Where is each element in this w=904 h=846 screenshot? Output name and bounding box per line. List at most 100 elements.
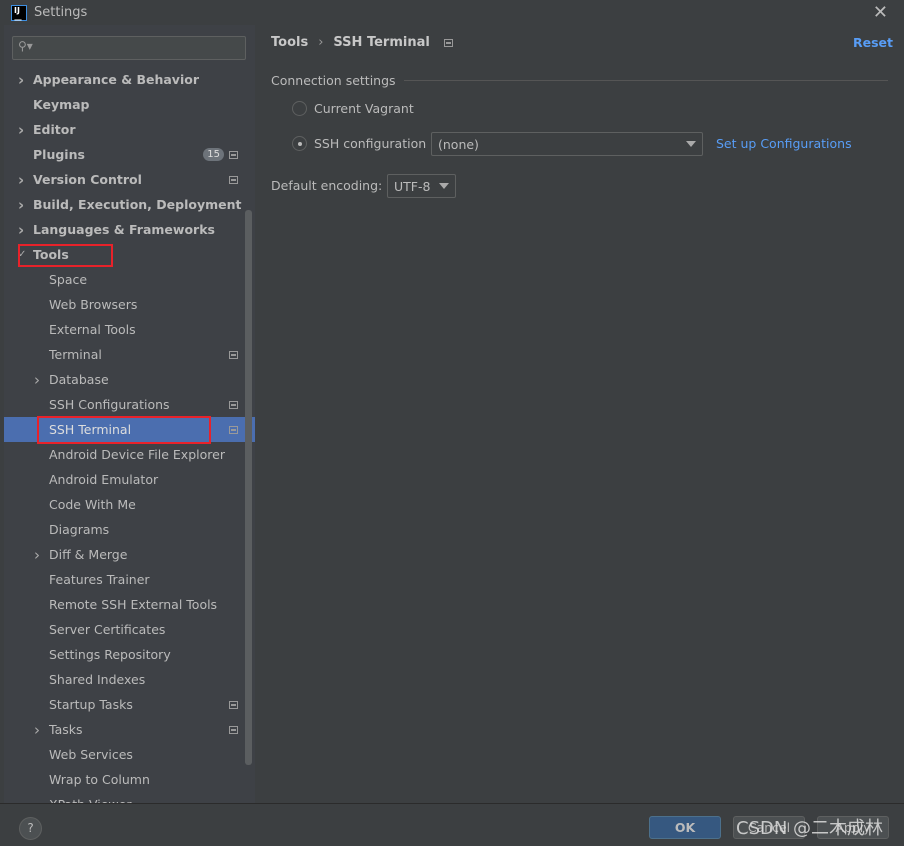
radio-circle[interactable] xyxy=(292,101,307,116)
sidebar-item-label: Database xyxy=(49,372,109,387)
update-count-badge: 15 xyxy=(203,148,224,161)
sidebar-item-label: Settings Repository xyxy=(49,647,171,662)
highlight-box-ssh-terminal xyxy=(37,416,211,444)
help-button[interactable]: ? xyxy=(19,817,42,840)
sidebar-item-label: Server Certificates xyxy=(49,622,166,637)
highlight-box-tools xyxy=(18,244,113,267)
sidebar-item[interactable]: › Languages & Frameworks xyxy=(4,217,255,242)
settings-content: Tools › SSH Terminal Reset Connection se… xyxy=(255,25,904,803)
set-up-configurations-link[interactable]: Set up Configurations xyxy=(716,136,852,151)
sidebar-item[interactable]: › Version Control xyxy=(4,167,255,192)
sidebar-item-label: Android Emulator xyxy=(49,472,159,487)
encoding-dropdown[interactable]: UTF-8 xyxy=(387,174,456,198)
sidebar-item[interactable]: Settings Repository xyxy=(4,642,255,667)
dropdown-value: UTF-8 xyxy=(394,178,431,194)
close-icon[interactable]: ✕ xyxy=(873,2,888,23)
sidebar-item-label: Wrap to Column xyxy=(49,772,150,787)
sidebar-item-label: External Tools xyxy=(49,322,136,337)
radio-label: Current Vagrant xyxy=(314,101,414,116)
sidebar-item[interactable]: Remote SSH External Tools xyxy=(4,592,255,617)
sidebar-item-label: Build, Execution, Deployment xyxy=(33,197,242,212)
sidebar-item[interactable]: Web Browsers xyxy=(4,292,255,317)
radio-current-vagrant[interactable]: Current Vagrant xyxy=(292,101,414,116)
sidebar-item-label: SSH Configurations xyxy=(49,397,170,412)
chevron-right-icon[interactable]: › xyxy=(18,171,24,189)
sidebar-item[interactable]: Android Emulator xyxy=(4,467,255,492)
sidebar-item[interactable]: Code With Me xyxy=(4,492,255,517)
sidebar-item[interactable]: › Diff & Merge xyxy=(4,542,255,567)
sidebar-item-label: Remote SSH External Tools xyxy=(49,597,218,612)
chevron-right-icon[interactable]: › xyxy=(18,221,24,239)
sidebar-item-label: Keymap xyxy=(33,97,90,112)
sidebar-item-label: Version Control xyxy=(33,172,142,187)
chevron-right-icon[interactable]: › xyxy=(34,721,40,739)
radio-label: SSH configuration xyxy=(314,136,427,151)
sidebar-item[interactable]: XPath Viewer xyxy=(4,792,255,803)
ok-button[interactable]: OK xyxy=(649,816,721,839)
sidebar-item[interactable]: Android Device File Explorer xyxy=(4,442,255,467)
project-scope-icon xyxy=(229,700,238,709)
radio-circle[interactable] xyxy=(292,136,307,151)
radio-ssh-configuration[interactable]: SSH configuration xyxy=(292,136,426,151)
project-scope-icon xyxy=(229,725,238,734)
project-scope-icon xyxy=(229,350,238,359)
chevron-right-icon[interactable]: › xyxy=(18,121,24,139)
sidebar-item[interactable]: Wrap to Column xyxy=(4,767,255,792)
sidebar-item-label: Terminal xyxy=(49,347,102,362)
breadcrumb-ssh-terminal: SSH Terminal xyxy=(333,35,430,50)
sidebar-item[interactable]: Space xyxy=(4,267,255,292)
sidebar-item[interactable]: › Editor xyxy=(4,117,255,142)
sidebar-item[interactable]: › Build, Execution, Deployment xyxy=(4,192,255,217)
reset-link[interactable]: Reset xyxy=(853,35,893,50)
sidebar-item[interactable]: Startup Tasks xyxy=(4,692,255,717)
breadcrumb: Tools › SSH Terminal xyxy=(271,35,453,50)
sidebar-item-label: Startup Tasks xyxy=(49,697,133,712)
chevron-right-icon[interactable]: › xyxy=(18,71,24,89)
sidebar-item-label: Editor xyxy=(33,122,76,137)
connection-settings-group: Connection settings xyxy=(271,73,888,88)
sidebar-item-label: Tasks xyxy=(49,722,83,737)
sidebar-item[interactable]: External Tools xyxy=(4,317,255,342)
app-logo-icon: IJ — xyxy=(11,4,27,24)
breadcrumb-tools[interactable]: Tools xyxy=(271,35,308,50)
search-icon: ⚲▾ xyxy=(18,39,33,53)
sidebar-item[interactable]: › Appearance & Behavior xyxy=(4,67,255,92)
chevron-right-icon[interactable]: › xyxy=(34,371,40,389)
sidebar-item[interactable]: › Tasks xyxy=(4,717,255,742)
ssh-configuration-dropdown[interactable]: (none) xyxy=(431,132,703,156)
chevron-right-icon[interactable]: › xyxy=(34,546,40,564)
chevron-right-icon[interactable]: › xyxy=(18,196,24,214)
window-title: Settings xyxy=(34,5,88,20)
sidebar-item[interactable]: Server Certificates xyxy=(4,617,255,642)
sidebar-item-label: Code With Me xyxy=(49,497,136,512)
project-scope-icon xyxy=(229,425,238,434)
sidebar-item[interactable]: Features Trainer xyxy=(4,567,255,592)
sidebar-item-label: Languages & Frameworks xyxy=(33,222,215,237)
chevron-down-icon xyxy=(439,183,449,189)
search-input[interactable]: ⚲▾ xyxy=(12,36,246,60)
sidebar-item[interactable]: Diagrams xyxy=(4,517,255,542)
sidebar-item[interactable]: Shared Indexes xyxy=(4,667,255,692)
sidebar-item-label: Shared Indexes xyxy=(49,672,146,687)
sidebar-item[interactable]: SSH Configurations xyxy=(4,392,255,417)
sidebar-scrollbar[interactable] xyxy=(245,210,252,765)
sidebar-item-label: Android Device File Explorer xyxy=(49,447,225,462)
chevron-down-icon xyxy=(686,141,696,147)
dropdown-value: (none) xyxy=(438,136,479,152)
watermark: CSDN @二木成林 xyxy=(736,818,884,839)
sidebar-item[interactable]: › Database xyxy=(4,367,255,392)
dialog-footer: ? OK Cancel Apply CSDN @二木成林 xyxy=(0,803,904,846)
project-scope-icon xyxy=(229,175,238,184)
sidebar-item[interactable]: Web Services xyxy=(4,742,255,767)
divider xyxy=(403,80,888,81)
sidebar-item[interactable]: Plugins 15 xyxy=(4,142,255,167)
group-title: Connection settings xyxy=(271,73,396,88)
sidebar-item-label: Diagrams xyxy=(49,522,110,537)
sidebar-item[interactable]: Terminal xyxy=(4,342,255,367)
sidebar-item-label: Space xyxy=(49,272,88,287)
sidebar-item-label: Plugins xyxy=(33,147,85,162)
sidebar-item-label: Diff & Merge xyxy=(49,547,128,562)
settings-sidebar: ⚲▾ › Appearance & Behavior Keymap › Editor Pl… xyxy=(4,25,255,803)
project-scope-icon xyxy=(443,38,453,47)
sidebar-item[interactable]: Keymap xyxy=(4,92,255,117)
